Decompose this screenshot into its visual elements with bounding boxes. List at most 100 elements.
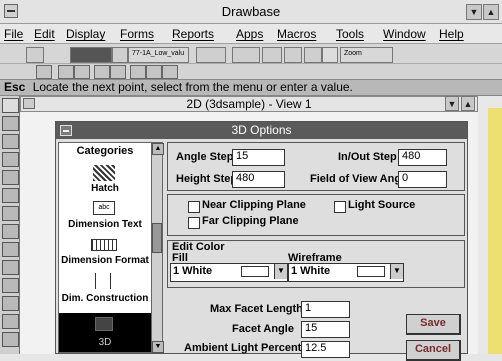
- height-step-label: Height Step: [176, 173, 238, 185]
- cancel-button[interactable]: Cancel: [406, 340, 461, 361]
- ambient-light-label: Ambient Light Percent: [184, 342, 302, 354]
- fill-color-swatch: [241, 266, 269, 277]
- far-clipping-label[interactable]: Far Clipping Plane: [202, 215, 299, 227]
- zoom-all-icon[interactable]: [110, 65, 126, 79]
- dialog-title-bar: 3D Options: [56, 122, 467, 139]
- view-minimize-button[interactable]: ▼: [445, 96, 459, 111]
- dialog-system-menu-icon[interactable]: [60, 125, 72, 136]
- category-hatch[interactable]: Hatch: [59, 183, 151, 194]
- save-button[interactable]: Save: [406, 314, 461, 335]
- ambient-light-input[interactable]: 12.5: [301, 341, 350, 358]
- curve-tool-icon[interactable]: [2, 206, 19, 221]
- menu-macros[interactable]: Macros: [277, 27, 316, 41]
- angle-step-input[interactable]: 15: [232, 149, 285, 166]
- measure-tool-icon[interactable]: [2, 296, 19, 311]
- height-step-input[interactable]: 480: [232, 171, 285, 188]
- facet-angle-input[interactable]: 15: [301, 321, 350, 338]
- fill-dropdown-icon[interactable]: ▼: [274, 264, 287, 279]
- view-maximize-button[interactable]: ▲: [461, 96, 475, 111]
- category-dimension-format[interactable]: Dimension Format: [59, 255, 151, 266]
- dim-construction-icon: [95, 273, 111, 289]
- text-tool-icon[interactable]: [2, 242, 19, 257]
- symbol-icon[interactable]: [196, 47, 226, 63]
- menu-display[interactable]: Display: [66, 27, 105, 41]
- background-strip: [488, 108, 502, 354]
- print-icon[interactable]: [262, 47, 282, 63]
- app-title: Drawbase: [221, 4, 281, 19]
- zoom-in-icon[interactable]: [58, 65, 74, 79]
- edit-color-group: Edit Color Fill 1 White ▼ Wireframe 1 Wh…: [167, 240, 465, 288]
- symbol-tool-icon[interactable]: [2, 278, 19, 293]
- magnify-icon[interactable]: [2, 98, 19, 113]
- layer-icon[interactable]: [112, 47, 128, 63]
- zoom-pan-icon[interactable]: [94, 65, 110, 79]
- line-tool-icon[interactable]: [2, 116, 19, 131]
- scroll-up-icon[interactable]: ▲: [152, 143, 164, 155]
- category-3d-selected[interactable]: 3D: [59, 313, 151, 352]
- inout-step-input[interactable]: 480: [398, 149, 447, 166]
- circle-tool-icon[interactable]: [2, 188, 19, 203]
- fov-input[interactable]: 0: [398, 171, 447, 188]
- rectangle-tool-icon[interactable]: [2, 152, 19, 167]
- zoom-out-icon[interactable]: [74, 65, 90, 79]
- category-dim-construction[interactable]: Dim. Construction: [59, 293, 151, 304]
- plot-icon[interactable]: [284, 47, 302, 63]
- menu-help[interactable]: Help: [439, 27, 464, 41]
- layer-field[interactable]: 77-1A_Low_valu: [128, 47, 189, 63]
- esc-key-label[interactable]: Esc: [4, 80, 25, 94]
- far-clipping-checkbox[interactable]: [188, 217, 200, 229]
- hatch-icon: [93, 165, 115, 181]
- view-system-menu-icon[interactable]: [23, 98, 35, 109]
- app-title-bar: Drawbase ▼ ▲: [0, 0, 502, 24]
- step-settings-group: Angle Step 15 In/Out Step 480 Height Ste…: [167, 142, 465, 191]
- snap-icon[interactable]: [322, 47, 338, 63]
- color-swatch[interactable]: [70, 47, 112, 63]
- view-title-bar: 2D (3dsample) - View 1 ▼ ▲: [20, 96, 478, 112]
- polyline-tool-icon[interactable]: [2, 134, 19, 149]
- zoom-window-icon[interactable]: [36, 65, 52, 79]
- text-style-icon[interactable]: [304, 47, 322, 63]
- light-source-checkbox[interactable]: [334, 201, 346, 213]
- help-tool-icon[interactable]: [2, 332, 19, 347]
- fill-color-select[interactable]: 1 White ▼: [170, 263, 288, 282]
- right-strip: [478, 96, 502, 354]
- pointer-tool-icon[interactable]: [26, 47, 44, 63]
- dimension-tool-icon[interactable]: [2, 260, 19, 275]
- arc-tool-icon[interactable]: [2, 170, 19, 185]
- menu-bar: File Edit Display Forms Reports Apps Mac…: [0, 24, 502, 44]
- wireframe-color-select[interactable]: 1 White ▼: [288, 263, 404, 282]
- scroll-down-icon[interactable]: ▼: [152, 341, 164, 353]
- max-facet-input[interactable]: 1: [301, 301, 350, 318]
- zoom-previous-icon[interactable]: [130, 65, 146, 79]
- menu-window[interactable]: Window: [383, 27, 426, 41]
- categories-scrollbar[interactable]: ▲ ▼: [151, 143, 164, 353]
- zoom-field[interactable]: Zoom: [340, 47, 393, 63]
- minimize-button[interactable]: ▼: [466, 4, 482, 20]
- attach-icon[interactable]: [232, 47, 260, 63]
- prompt-text: Locate the next point, select from the m…: [32, 80, 353, 94]
- menu-tools[interactable]: Tools: [336, 27, 364, 41]
- fill-tool-icon[interactable]: [2, 224, 19, 239]
- near-clipping-label[interactable]: Near Clipping Plane: [202, 199, 306, 211]
- edit-tool-icon[interactable]: [2, 314, 19, 329]
- menu-edit[interactable]: Edit: [34, 27, 55, 41]
- dimension-format-icon: [91, 239, 117, 251]
- category-3d-label: 3D: [98, 337, 112, 348]
- clipping-group: Near Clipping Plane Light Source Far Cli…: [167, 194, 465, 236]
- wireframe-dropdown-icon[interactable]: ▼: [390, 264, 403, 279]
- menu-reports[interactable]: Reports: [172, 27, 214, 41]
- menu-apps[interactable]: Apps: [236, 27, 263, 41]
- categories-list[interactable]: Categories Hatch abc Dimension Text Dime…: [58, 142, 164, 353]
- near-clipping-checkbox[interactable]: [188, 201, 200, 213]
- zoom-fit-icon[interactable]: [162, 65, 178, 79]
- maximize-button[interactable]: ▲: [483, 4, 499, 20]
- light-source-label[interactable]: Light Source: [348, 199, 415, 211]
- scroll-thumb[interactable]: [152, 223, 162, 253]
- menu-forms[interactable]: Forms: [120, 27, 154, 41]
- command-prompt: Esc Locate the next point, select from t…: [0, 79, 502, 96]
- category-dimension-text[interactable]: Dimension Text: [59, 219, 151, 230]
- wireframe-color-swatch: [357, 266, 385, 277]
- menu-file[interactable]: File: [4, 27, 23, 41]
- zoom-extents-icon[interactable]: [146, 65, 162, 79]
- tool-palette: [0, 96, 20, 354]
